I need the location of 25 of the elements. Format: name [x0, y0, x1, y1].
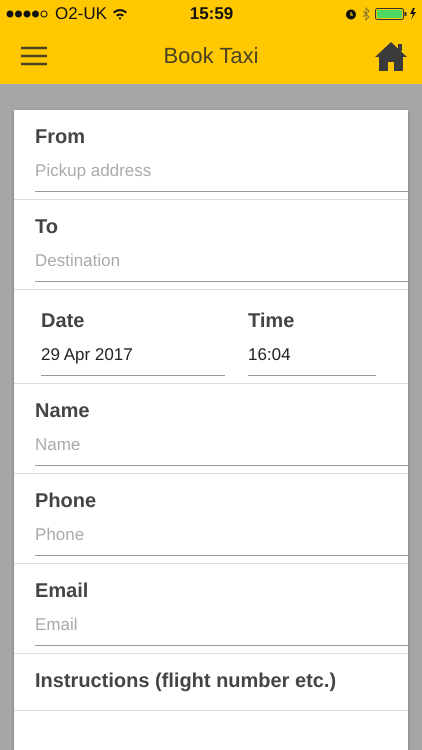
input-field[interactable]: 16:04: [248, 343, 376, 376]
wifi-icon: [112, 8, 128, 20]
clock-time: 15:59: [190, 4, 234, 24]
battery-icon: [374, 7, 417, 21]
field-label: Instructions (flight number etc.): [35, 670, 338, 693]
input-field[interactable]: Pickup address: [35, 159, 408, 192]
field-label: To: [35, 216, 59, 239]
alarm-icon: [344, 8, 357, 20]
field-label: Time: [248, 310, 296, 333]
field-label: Phone: [35, 490, 98, 513]
field-label: Email: [35, 580, 90, 603]
menu-icon[interactable]: [20, 46, 48, 66]
home-icon[interactable]: [374, 40, 408, 72]
field-label: Name: [35, 400, 90, 423]
input-field[interactable]: Name: [35, 433, 408, 466]
input-field[interactable]: Destination: [35, 249, 408, 282]
page-title: Book Taxi: [164, 43, 258, 69]
input-field[interactable]: Email: [35, 613, 408, 646]
field-label: Date: [41, 310, 86, 333]
signal-icon: [6, 9, 50, 19]
input-field[interactable]: Phone: [35, 523, 408, 556]
bluetooth-icon: [362, 7, 370, 21]
field-label: From: [35, 126, 86, 149]
carrier-name: O2-UK: [55, 4, 107, 24]
input-field[interactable]: 29 Apr 2017: [41, 343, 225, 376]
